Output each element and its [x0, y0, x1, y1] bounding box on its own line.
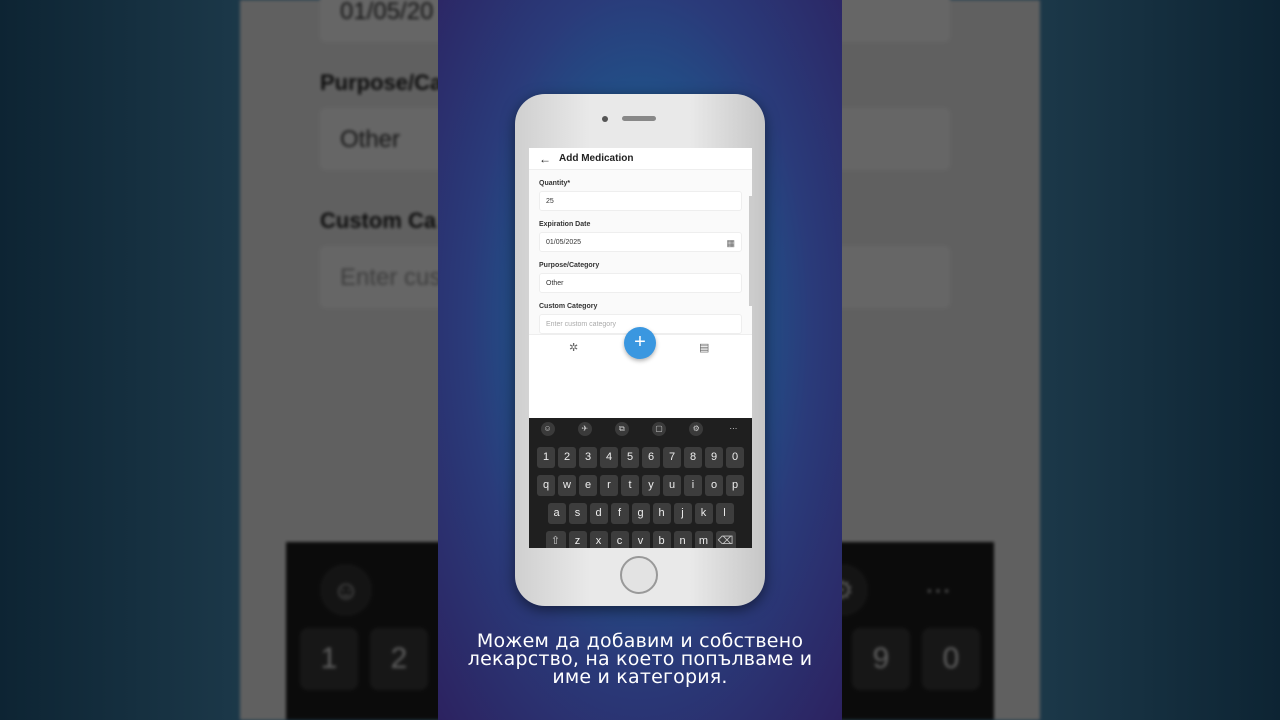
keyboard-key[interactable]: 8: [684, 447, 702, 468]
keyboard-key[interactable]: x: [589, 531, 608, 548]
phone-screen: ← Add Medication Quantity* 25 Expiration…: [529, 148, 752, 548]
subtitle-caption: Можем да добавим и собствено лекарство, …: [438, 632, 842, 688]
keyboard-mode-icon[interactable]: ▢: [652, 422, 667, 436]
empty-area: [529, 356, 752, 418]
keyboard-key[interactable]: 7: [663, 447, 681, 468]
keyboard-key[interactable]: 5: [621, 447, 639, 468]
number-row: 1234567890: [529, 447, 752, 468]
keyboard-key[interactable]: g: [631, 503, 650, 524]
bg-key: 2: [370, 628, 428, 690]
keyboard-key[interactable]: i: [684, 475, 702, 496]
sticker-icon[interactable]: ✈: [577, 422, 592, 436]
keyboard-key[interactable]: p: [726, 475, 744, 496]
keyboard-key[interactable]: 3: [579, 447, 597, 468]
settings-icon[interactable]: ⚙: [689, 422, 704, 436]
keyboard-key[interactable]: h: [652, 503, 671, 524]
expiration-label: Expiration Date: [539, 221, 591, 228]
bg-custom-label: Custom Ca: [320, 208, 437, 233]
settings-icon[interactable]: ✲: [569, 341, 578, 354]
keyboard-key[interactable]: 9: [705, 447, 723, 468]
app-bar: ← Add Medication: [529, 148, 752, 170]
add-button[interactable]: +: [624, 327, 656, 359]
keyboard-key[interactable]: s: [568, 503, 587, 524]
keyboard-key[interactable]: m: [694, 531, 713, 548]
speaker-grille: [622, 116, 656, 121]
on-screen-keyboard: ☺ ✈ ⧉ ▢ ⚙ ⋯ 1234567890 qwertyuiop asdfgh…: [529, 418, 752, 548]
letter-row-2: asdfghjkl: [529, 503, 752, 524]
keyboard-key[interactable]: r: [600, 475, 618, 496]
keyboard-key[interactable]: ⇧: [545, 531, 566, 548]
quantity-label: Quantity*: [539, 180, 571, 187]
keyboard-key[interactable]: t: [621, 475, 639, 496]
video-frame: 01/05/20 Purpose/Ca Other Custom Ca Ente…: [0, 0, 1280, 720]
letter-row-3: ⇧ z x c v b n m ⌫: [529, 531, 752, 548]
keyboard-key[interactable]: k: [694, 503, 713, 524]
expiration-value: 01/05/2025: [546, 238, 582, 246]
emoji-icon[interactable]: ☺: [540, 422, 555, 436]
keyboard-key[interactable]: n: [673, 531, 692, 548]
letter-row-1: qwertyuiop: [529, 475, 752, 496]
bg-more-icon: ⋯: [925, 575, 951, 605]
purpose-select[interactable]: Other: [539, 273, 742, 293]
calendar-icon[interactable]: ▤: [699, 341, 709, 354]
video-panel: ← Add Medication Quantity* 25 Expiration…: [438, 0, 842, 720]
keyboard-key[interactable]: j: [673, 503, 692, 524]
keyboard-key[interactable]: f: [610, 503, 629, 524]
arrow-left-icon[interactable]: ←: [539, 152, 551, 166]
phone-mockup: ← Add Medication Quantity* 25 Expiration…: [515, 94, 765, 606]
keyboard-key[interactable]: q: [537, 475, 555, 496]
more-icon[interactable]: ⋯: [726, 422, 740, 436]
keyboard-key[interactable]: 4: [600, 447, 618, 468]
custom-category-label: Custom Category: [539, 303, 598, 310]
bg-key: 0: [922, 628, 980, 690]
page-title: Add Medication: [559, 153, 634, 164]
keyboard-key[interactable]: d: [589, 503, 608, 524]
home-button[interactable]: [620, 556, 658, 594]
caption-line: име и категория.: [552, 666, 728, 688]
camera-icon: [602, 116, 608, 122]
calendar-icon[interactable]: ▦: [726, 238, 735, 249]
keyboard-key[interactable]: l: [715, 503, 734, 524]
keyboard-key[interactable]: v: [631, 531, 650, 548]
keyboard-key[interactable]: 6: [642, 447, 660, 468]
purpose-label: Purpose/Category: [539, 262, 600, 269]
keyboard-key[interactable]: b: [652, 531, 671, 548]
keyboard-key[interactable]: 1: [537, 447, 555, 468]
bg-key: 1: [300, 628, 358, 690]
expiration-field[interactable]: 01/05/2025 ▦: [539, 232, 742, 252]
quantity-field[interactable]: 25: [539, 191, 742, 211]
bg-emoji-icon: ☺: [320, 564, 372, 616]
keyboard-key[interactable]: 2: [558, 447, 576, 468]
keyboard-key[interactable]: w: [558, 475, 576, 496]
keyboard-key[interactable]: o: [705, 475, 723, 496]
keyboard-key[interactable]: a: [547, 503, 566, 524]
bg-key: 9: [852, 628, 910, 690]
keyboard-key[interactable]: z: [568, 531, 587, 548]
keyboard-toolbar: ☺ ✈ ⧉ ▢ ⚙ ⋯: [529, 418, 752, 440]
medication-form: Quantity* 25 Expiration Date 01/05/2025 …: [529, 170, 752, 334]
keyboard-key[interactable]: y: [642, 475, 660, 496]
keyboard-key[interactable]: u: [663, 475, 681, 496]
bottom-nav: ✲ + ▤: [529, 327, 752, 359]
keyboard-key[interactable]: c: [610, 531, 629, 548]
scrollbar[interactable]: [749, 196, 752, 306]
clipboard-icon[interactable]: ⧉: [614, 422, 629, 436]
keyboard-key[interactable]: 0: [726, 447, 744, 468]
keyboard-key[interactable]: ⌫: [715, 531, 736, 548]
keyboard-key[interactable]: e: [579, 475, 597, 496]
bg-purpose-label: Purpose/Ca: [320, 70, 443, 95]
